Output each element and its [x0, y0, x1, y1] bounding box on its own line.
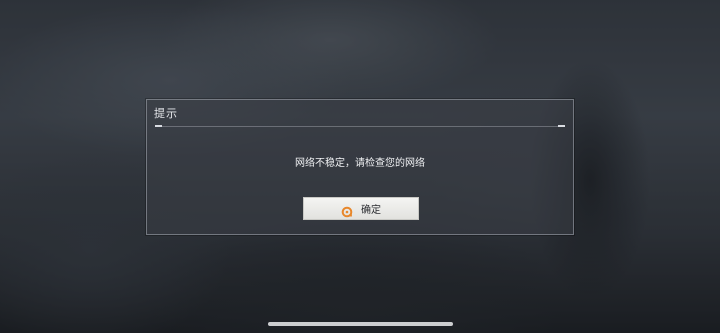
home-indicator-bar[interactable]	[268, 322, 453, 326]
confirm-button[interactable]: 确定	[303, 197, 419, 220]
confirm-button-label: 确定	[361, 205, 381, 216]
divider-cap-right	[558, 125, 565, 127]
confirm-circle-icon	[341, 203, 353, 217]
network-alert-dialog: 提示 网络不稳定，请检查您的网络 确定	[146, 99, 574, 235]
game-background: 提示 网络不稳定，请检查您的网络 确定	[0, 0, 720, 333]
dialog-title: 提示	[154, 107, 178, 120]
divider-cap-left	[155, 125, 162, 127]
dialog-message: 网络不稳定，请检查您的网络	[295, 158, 425, 169]
title-divider	[155, 126, 565, 127]
